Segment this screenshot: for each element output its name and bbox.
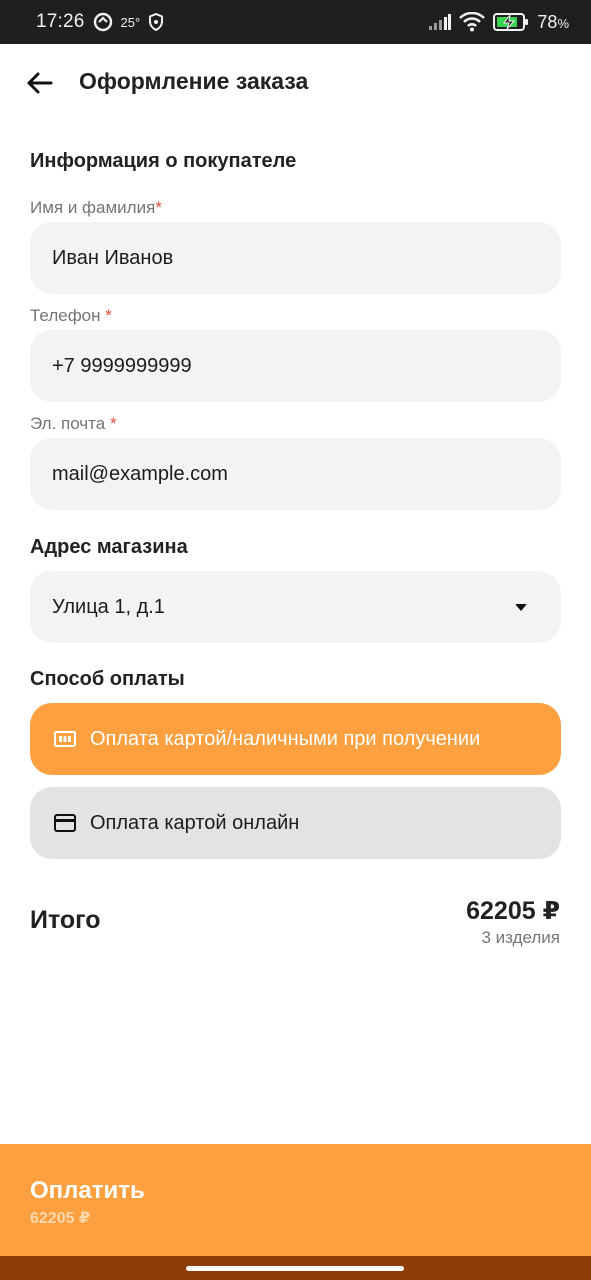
signal-icon [429, 14, 452, 30]
credit-card-icon [54, 814, 76, 832]
caret-down-icon [515, 603, 527, 611]
payment-option-online[interactable]: Оплата картой онлайн [30, 787, 561, 859]
cash-icon [54, 730, 76, 748]
payment-section-title: Способ оплаты [30, 668, 185, 690]
required-mark: * [109, 414, 117, 433]
system-nav-bar [0, 1256, 591, 1280]
checkout-screen: 17:26 25° 78% Оформление заказа Информац… [0, 0, 591, 1280]
total-label: Итого [30, 906, 101, 934]
email-field[interactable]: mail@example.com [30, 438, 561, 510]
back-button[interactable] [22, 66, 56, 100]
status-temperature: 25° [120, 14, 141, 30]
store-value: Улица 1, д.1 [52, 595, 165, 618]
app-header: Оформление заказа [0, 44, 591, 120]
sync-icon [93, 12, 113, 32]
status-time: 17:26 [36, 11, 85, 32]
payment-option-cash[interactable]: Оплата картой/наличными при получении [30, 703, 561, 775]
total-amount: 62205 ₽ [466, 897, 560, 925]
battery-charging-icon [493, 13, 529, 31]
page-title: Оформление заказа [79, 68, 309, 94]
battery-percent: 78% [537, 11, 569, 32]
wifi-icon [459, 12, 486, 32]
items-count: 3 изделия [481, 928, 560, 947]
email-value: mail@example.com [52, 462, 228, 485]
payment-option-label: Оплата картой онлайн [90, 811, 300, 834]
phone-field[interactable]: +7 9999999999 [30, 330, 561, 402]
name-label: Имя и фамилия* [30, 198, 162, 217]
name-value: Иван Иванов [52, 246, 174, 269]
name-field[interactable]: Иван Иванов [30, 222, 561, 294]
shield-icon [148, 13, 164, 31]
phone-label: Телефон * [30, 306, 112, 325]
home-indicator[interactable] [186, 1266, 404, 1271]
email-label: Эл. почта * [30, 414, 117, 433]
payment-option-label: Оплата картой/наличными при получении [90, 727, 481, 750]
pay-button[interactable]: Оплатить 62205 ₽ [0, 1144, 591, 1256]
arrow-left-icon [25, 71, 53, 95]
pay-button-label: Оплатить [30, 1177, 145, 1204]
store-select[interactable]: Улица 1, д.1 [30, 571, 561, 643]
required-mark: * [155, 198, 162, 217]
pay-button-amount: 62205 ₽ [30, 1210, 91, 1227]
status-bar: 17:26 25° 78% [0, 0, 591, 44]
phone-value: +7 9999999999 [52, 354, 192, 377]
store-section-title: Адрес магазина [30, 536, 188, 558]
buyer-section-title: Информация о покупателе [30, 150, 297, 172]
required-mark: * [105, 306, 112, 325]
